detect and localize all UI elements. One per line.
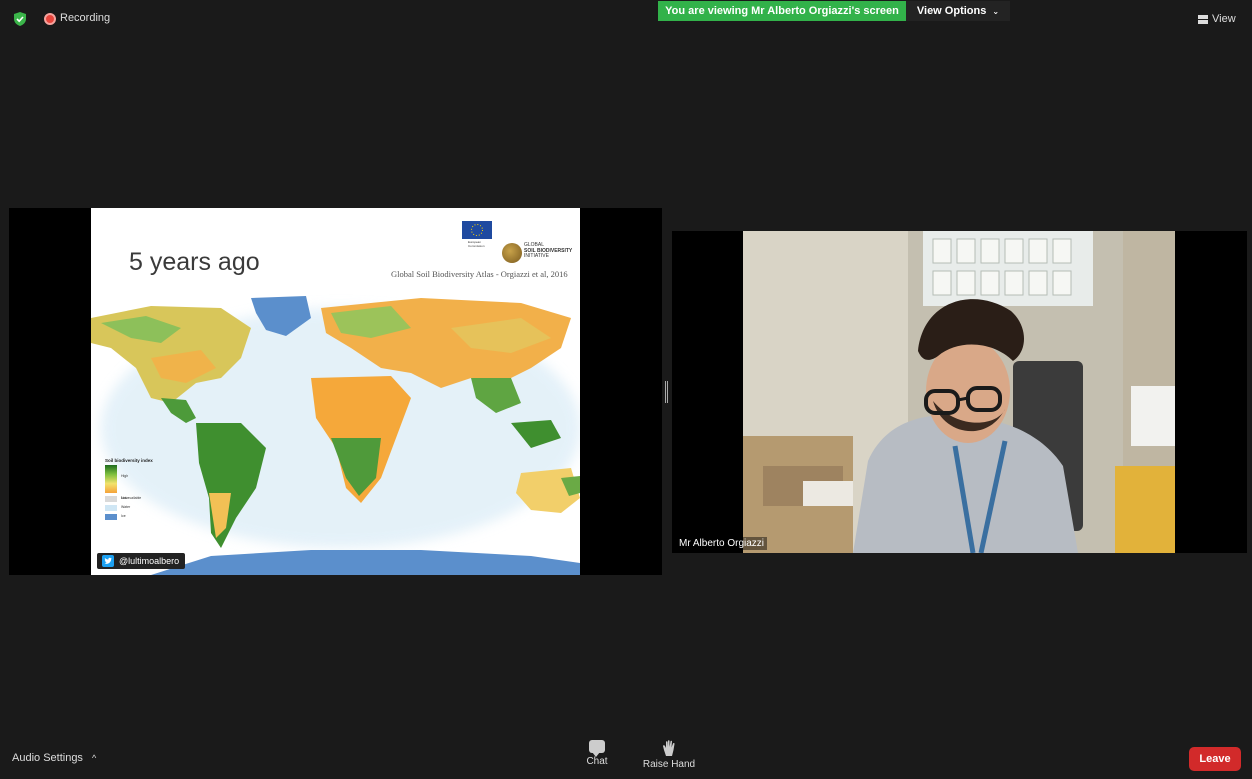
audio-settings-label: Audio Settings: [12, 752, 83, 764]
meeting-top-bar: Recording You are viewing Mr Alberto Org…: [0, 0, 1252, 40]
tile-resize-handle[interactable]: [665, 381, 668, 403]
gsbi-line3: INITIATIVE: [524, 253, 549, 259]
gsbi-logo-text: GLOBAL SOIL BIODIVERSITY INITIATIVE: [524, 242, 572, 260]
eu-flag-logo: [462, 221, 492, 239]
chat-label: Chat: [586, 756, 608, 767]
raise-hand-icon: [663, 740, 675, 756]
view-options-button[interactable]: View Options ⌄: [906, 1, 1010, 21]
slide-title: 5 years ago: [129, 248, 260, 276]
recording-label: Recording: [60, 12, 111, 24]
viewing-screen-banner: You are viewing Mr Alberto Orgiazzi's sc…: [658, 1, 906, 21]
legend-ice-label: Ice: [121, 514, 126, 518]
legend-gradient: [105, 465, 117, 493]
chat-button[interactable]: Chat: [582, 740, 612, 767]
legend-not-available: Not available: [105, 496, 141, 502]
participant-video-tile[interactable]: Mr Alberto Orgiazzi: [672, 231, 1247, 553]
legend-not-available-label: Not available: [121, 496, 142, 500]
participant-video-feed: [743, 231, 1175, 553]
raise-hand-button[interactable]: Raise Hand: [640, 740, 698, 770]
eu-logo-text: European Commission: [468, 240, 485, 248]
shared-screen-tile[interactable]: European Commission GLOBAL SOIL BIODIVER…: [9, 208, 662, 575]
leave-button[interactable]: Leave: [1189, 747, 1241, 771]
soil-biodiversity-world-map: [91, 288, 580, 575]
audio-settings-button[interactable]: Audio Settings ^: [12, 752, 96, 764]
raise-hand-label: Raise Hand: [642, 759, 696, 770]
legend-ice: Ice: [105, 514, 126, 520]
video-frame-illustration: [743, 231, 1175, 553]
twitter-icon: [102, 555, 114, 567]
map-legend: Soil biodiversity index High Low Not ava…: [105, 458, 175, 520]
chevron-down-icon: ⌄: [992, 7, 1000, 16]
legend-water-label: Water: [121, 505, 131, 509]
encryption-shield-icon[interactable]: [13, 12, 27, 26]
legend-water: Water: [105, 505, 130, 511]
recording-indicator-icon: [44, 13, 56, 25]
view-options-label: View Options: [916, 5, 987, 17]
view-layout-button[interactable]: View: [1198, 10, 1236, 28]
legend-high: High: [121, 474, 129, 478]
view-layout-label: View: [1212, 13, 1236, 25]
legend-title: Soil biodiversity index: [105, 458, 153, 463]
participant-name-label: Mr Alberto Orgiazzi: [676, 537, 768, 550]
caret-up-icon: ^: [92, 753, 97, 763]
gsbi-logo: [502, 243, 522, 263]
grid-view-icon: [1198, 14, 1208, 24]
twitter-handle-badge: @lultimoalbero: [97, 553, 186, 569]
twitter-handle: @lultimoalbero: [119, 556, 180, 566]
chat-bubble-icon: [589, 740, 605, 757]
presentation-slide: European Commission GLOBAL SOIL BIODIVER…: [91, 208, 580, 575]
slide-subtitle: Global Soil Biodiversity Atlas - Orgiazz…: [391, 269, 568, 279]
